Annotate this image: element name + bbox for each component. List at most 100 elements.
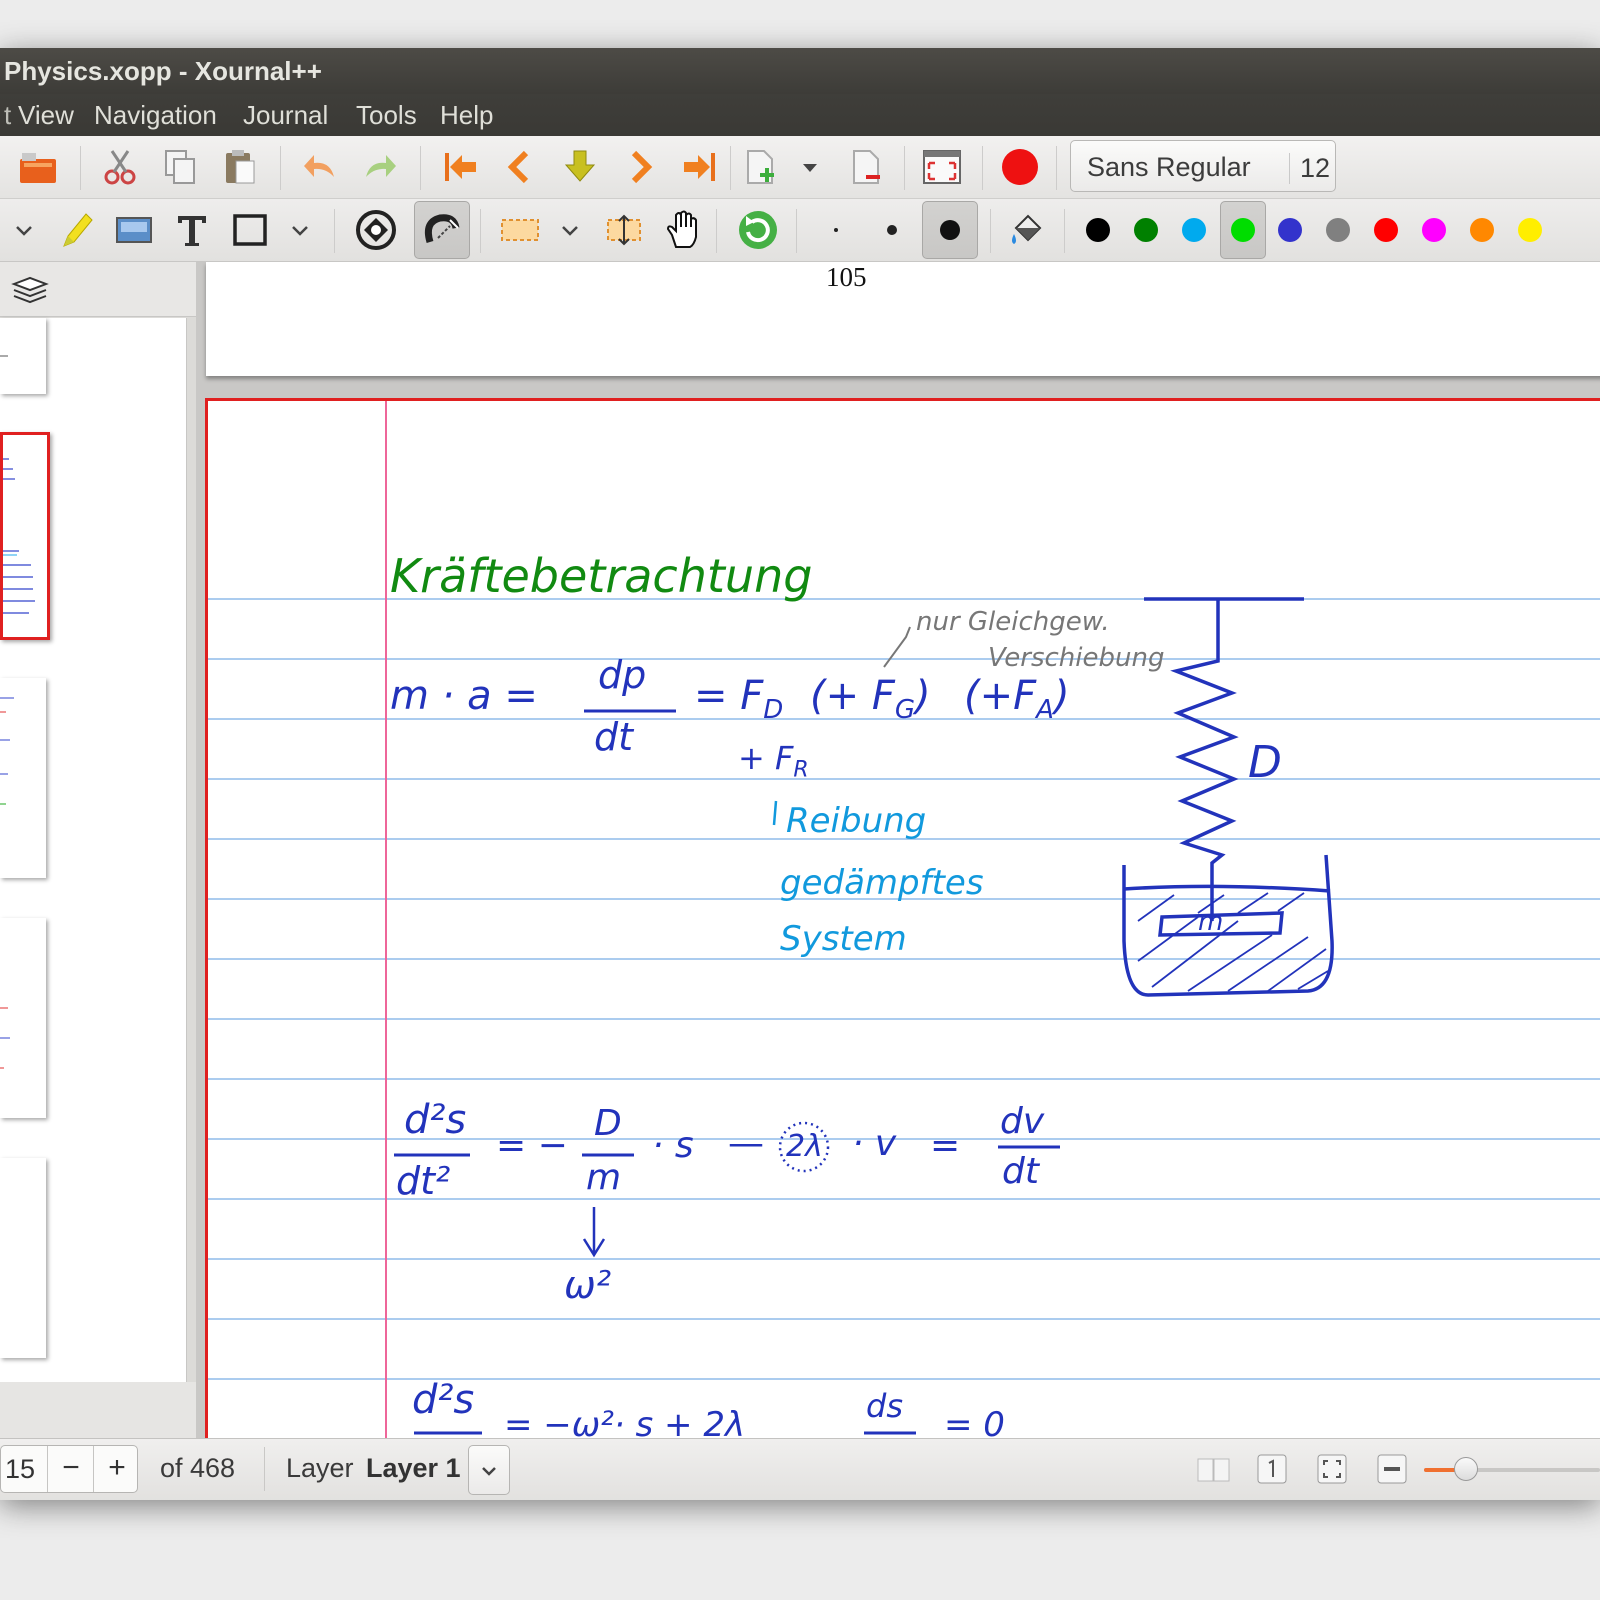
page-thumbnail[interactable] [0,678,46,878]
highlighter-icon[interactable] [52,207,100,253]
current-page[interactable]: Kräftebetrachtung m · a = dp dt = FD (+ … [205,398,1600,1486]
copy-icon[interactable] [156,144,204,190]
status-bar: 15 − + of 468 Layer Layer 1 [0,1438,1600,1500]
menu-help[interactable]: Help [440,100,493,131]
select-rect-icon[interactable] [496,207,544,253]
page-decrement-button[interactable]: − [47,1446,94,1492]
equation-1-FD: = FD [694,673,784,725]
cut-icon[interactable] [96,144,144,190]
undo-icon[interactable] [296,144,344,190]
title-bar: Physics.xopp - Xournal++ [0,48,1600,94]
eraser-mode-icon[interactable] [352,207,400,253]
pen-dropdown[interactable] [4,207,44,253]
damped-label-1: gedämpftes [780,863,984,903]
mass-label: m [1198,907,1224,937]
previous-page-icon[interactable] [496,144,544,190]
medium-stroke-button[interactable] [868,207,916,253]
fullscreen-icon[interactable] [918,144,966,190]
document-canvas[interactable]: 105 Kräftebetrachtung m · a = dp dt = FD… [196,262,1600,1486]
zoom-100-icon[interactable] [1256,1453,1288,1490]
snap-icon[interactable] [414,201,470,259]
page-input[interactable]: 15 [5,1454,35,1485]
thick-stroke-button[interactable] [922,201,978,259]
menu-journal[interactable]: Journal [243,100,328,131]
page-count: of 468 [160,1453,236,1483]
shape-dropdown[interactable] [280,207,320,253]
reibung-label: Reibung [786,801,927,841]
font-selector-button[interactable]: Sans Regular 12 [1070,140,1336,192]
open-icon[interactable] [14,144,62,190]
text-tool-icon[interactable] [168,207,216,253]
color-red-button[interactable] [1374,218,1398,242]
page-thumbnails [0,318,187,1382]
color-yellow-button[interactable] [1518,218,1542,242]
select-dropdown[interactable] [550,207,590,253]
color-lightblue-button[interactable] [1182,218,1206,242]
equation-2-dt: dt [1002,1151,1039,1192]
equation-2-m: m [586,1157,622,1198]
annotation-line-1: nur Gleichgew. [916,607,1110,637]
two-pages-icon[interactable] [1196,1455,1232,1490]
omega-squared: ω² [564,1263,612,1307]
equation-2-eq: = [930,1125,961,1166]
hand-icon[interactable] [658,207,706,253]
thin-stroke-button[interactable] [812,207,860,253]
friction-force: + FR [738,739,809,783]
zoom-slider[interactable] [1424,1457,1600,1481]
insert-page-dropdown[interactable] [790,144,830,190]
layer-dropdown-button[interactable] [468,1445,510,1495]
next-page-icon[interactable] [616,144,664,190]
menu-view[interactable]: View [18,100,74,131]
menu-edit-partial[interactable]: t [4,100,11,131]
spring-constant-label: D [1248,737,1282,788]
color-green-button[interactable] [1134,218,1158,242]
color-orange-button[interactable] [1470,218,1494,242]
fill-icon[interactable] [1002,207,1050,253]
page-thumbnail[interactable] [0,918,46,1118]
equation-1-dp: dp [598,653,647,697]
redo-icon[interactable] [356,144,404,190]
equation-2-v: · v [852,1123,897,1164]
color-blue-button[interactable] [1278,218,1302,242]
delete-page-icon[interactable] [842,144,890,190]
font-size: 12 [1289,153,1330,184]
equation-1-lhs: m · a = [390,673,538,719]
image-icon[interactable] [110,207,158,253]
annotation-line-2: Verschiebung [988,643,1165,673]
equation-3-num: d²s [412,1377,475,1423]
first-page-icon[interactable] [436,144,484,190]
color-lightgreen-button[interactable] [1231,218,1255,242]
equation-2-equals: = − [496,1125,568,1166]
color-black-button[interactable] [1086,218,1110,242]
page-spinner: 15 − + [0,1445,138,1493]
app-window: Physics.xopp - Xournal++ t View Navigati… [0,48,1600,1500]
tool-toolbar [0,199,1600,262]
goto-page-icon[interactable] [556,144,604,190]
page-thumbnail-current[interactable] [0,432,50,640]
refresh-icon[interactable] [734,207,782,253]
zoom-out-icon[interactable] [1376,1453,1408,1490]
color-magenta-button[interactable] [1422,218,1446,242]
rectangle-icon[interactable] [226,207,274,253]
font-name: Sans Regular [1087,152,1251,182]
layer-label: Layer [286,1453,354,1483]
record-icon[interactable] [996,144,1044,190]
insert-page-icon[interactable] [736,144,784,190]
page-thumbnail[interactable] [0,318,46,394]
menu-tools[interactable]: Tools [356,100,417,131]
layers-icon[interactable] [10,270,50,315]
page-thumbnail[interactable] [0,1158,46,1358]
equation-2-num: d²s [404,1097,467,1143]
layer-value: Layer 1 [366,1453,461,1483]
menu-navigation[interactable]: Navigation [94,100,217,131]
page-increment-button[interactable]: + [93,1446,140,1492]
menu-bar: t View Navigation Journal Tools Help [0,94,1600,136]
color-gray-button[interactable] [1326,218,1350,242]
last-page-icon[interactable] [676,144,724,190]
zoom-slider-handle[interactable] [1454,1457,1478,1481]
window-title: Physics.xopp - Xournal++ [4,56,322,86]
previous-page: 105 [206,262,1600,376]
vertical-space-icon[interactable] [600,207,648,253]
zoom-fit-icon[interactable] [1316,1453,1348,1490]
paste-icon[interactable] [216,144,264,190]
